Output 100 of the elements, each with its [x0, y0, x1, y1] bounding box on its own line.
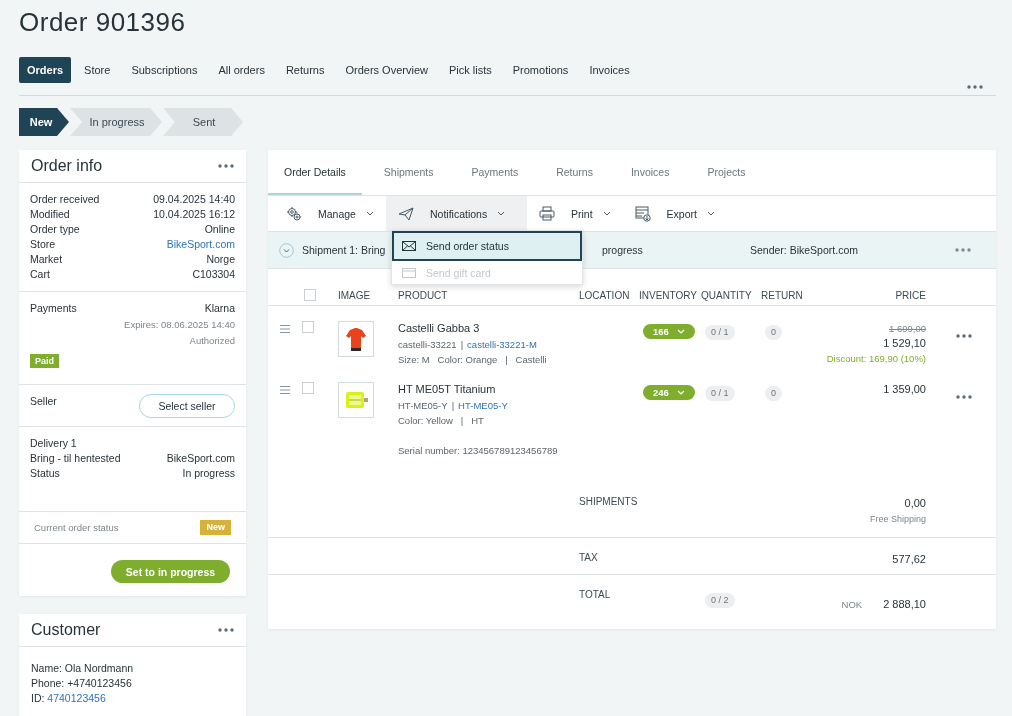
field-value: Online — [204, 222, 235, 237]
summary-label: TOTAL — [579, 589, 612, 600]
more-icon[interactable] — [956, 334, 972, 338]
delivery-title: Delivery 1 — [30, 436, 78, 451]
return-chip: 0 — [765, 386, 782, 401]
field-value: BikeSport.com — [166, 451, 235, 466]
status-step[interactable]: Sent — [163, 108, 243, 136]
field-label: Order received — [30, 192, 100, 207]
details-tab[interactable]: Shipments — [367, 150, 450, 195]
card-title: Customer — [31, 621, 101, 639]
nav-tab[interactable]: Orders — [19, 57, 72, 83]
menu-item[interactable]: Send order status — [392, 231, 582, 261]
details-tab[interactable]: Order Details — [268, 150, 362, 195]
details-tab[interactable]: Payments — [455, 150, 535, 195]
page-title: Order 901396 — [19, 6, 187, 39]
chevron-down-icon — [706, 211, 715, 216]
field-value: Norge — [206, 252, 235, 267]
price: 1 529,10 — [882, 336, 926, 351]
product-name[interactable]: HT ME05T Titanium — [398, 382, 579, 397]
chevron-down-icon — [365, 211, 374, 216]
return-chip: 0 — [765, 325, 782, 340]
chevron-down-icon — [676, 329, 685, 334]
product-attributes: Color: Yellow | HT — [398, 414, 485, 428]
more-icon[interactable] — [956, 395, 972, 399]
printer-icon — [538, 206, 555, 221]
drag-handle-icon[interactable] — [280, 325, 290, 333]
checkbox[interactable] — [304, 289, 316, 301]
chevron-down-icon — [676, 390, 685, 395]
summary-note: Free Shipping — [868, 513, 926, 526]
envelope-icon — [402, 241, 416, 251]
field-label: ID: — [31, 692, 45, 704]
product-sku: HT-ME05-Y — [398, 400, 448, 411]
details-tab[interactable]: Projects — [691, 150, 762, 195]
nav-tab[interactable]: Subscriptions — [123, 57, 206, 83]
expand-icon[interactable] — [279, 242, 294, 258]
field-label: Cart — [30, 267, 50, 282]
field-label: Seller — [30, 394, 57, 409]
status-step[interactable]: New — [19, 108, 69, 136]
summary-label: SHIPMENTS — [579, 496, 639, 507]
shipment-sender: Sender: BikeSport.com — [750, 244, 858, 256]
quantity-chip: 0 / 1 — [705, 386, 735, 401]
paid-badge: Paid — [30, 354, 59, 368]
store-link[interactable]: BikeSport.com — [166, 237, 235, 252]
field-label: Current order status — [34, 521, 119, 535]
column-header: PRODUCT — [398, 289, 449, 301]
nav-tab[interactable]: Store — [76, 57, 119, 83]
quantity-chip: 0 / 1 — [705, 325, 735, 340]
field-label: Modified — [30, 207, 70, 222]
payment-provider: Klarna — [204, 301, 235, 316]
payment-status: Authorized — [188, 334, 235, 348]
export-icon — [634, 205, 651, 222]
shipment-title: Shipment 1: Bring — [302, 244, 387, 256]
column-header: RETURN — [761, 289, 804, 301]
select-seller-button[interactable]: Select seller — [139, 394, 235, 418]
toolbar-button[interactable]: Export — [622, 196, 727, 231]
column-header: QUANTITY — [701, 289, 753, 301]
product-sku: castelli-33221 — [398, 339, 457, 350]
shipment-status: progress — [602, 244, 644, 256]
original-price: 1 699,00 — [888, 322, 926, 336]
nav-tab[interactable]: Promotions — [504, 57, 577, 83]
product-attributes: Size: M Color: Orange | Castelli — [398, 353, 548, 367]
field-label: Bring - til hentested — [30, 451, 121, 466]
separator: | — [460, 339, 464, 350]
serial-number: Serial number: 123456789123456789 — [398, 444, 559, 458]
details-tab[interactable]: Invoices — [614, 150, 686, 195]
drag-handle-icon[interactable] — [280, 386, 290, 394]
summary-value: 2 888,10 — [883, 597, 926, 612]
more-icon[interactable] — [955, 248, 971, 252]
column-header: INVENTORY — [639, 289, 698, 301]
gears-icon — [286, 205, 302, 222]
toolbar-button[interactable]: Notifications — [385, 196, 527, 231]
nav-tab[interactable]: Returns — [277, 57, 333, 83]
payment-expiry: Expires: 08.06.2025 14:40 — [123, 318, 235, 332]
checkbox[interactable] — [302, 321, 314, 333]
summary-value: 577,62 — [891, 552, 926, 567]
nav-tab[interactable]: Pick lists — [440, 57, 500, 83]
toolbar-button[interactable]: Print — [526, 196, 623, 231]
variant-sku-link[interactable]: castelli-33221-M — [467, 339, 537, 350]
summary-value: 0,00 — [903, 496, 926, 511]
nav-tab[interactable]: Orders Overview — [337, 57, 436, 83]
customer-name: Name: Ola Nordmann — [31, 661, 135, 676]
nav-tab[interactable]: All orders — [210, 57, 273, 83]
status-step[interactable]: In progress — [70, 108, 162, 136]
details-tab[interactable]: Returns — [540, 150, 609, 195]
field-label: Market — [30, 252, 63, 267]
product-name[interactable]: Castelli Gabba 3 — [398, 321, 579, 336]
field-label: Status — [30, 466, 60, 481]
more-icon[interactable] — [218, 164, 234, 168]
column-header: PRICE — [894, 289, 926, 301]
customer-id-link[interactable]: 4740123456 — [47, 692, 106, 704]
checkbox[interactable] — [302, 382, 314, 394]
more-icon[interactable] — [967, 85, 983, 89]
discount-text: Discount: 169,90 (10%) — [825, 352, 926, 366]
nav-tab[interactable]: Invoices — [581, 57, 638, 83]
separator: | — [451, 400, 455, 411]
toolbar-button[interactable]: Manage — [274, 196, 386, 231]
field-value: 10.04.2025 16:12 — [153, 207, 235, 222]
more-icon[interactable] — [218, 628, 234, 632]
variant-sku-link[interactable]: HT-ME05-Y — [458, 400, 508, 411]
card-title: Order info — [31, 157, 103, 175]
